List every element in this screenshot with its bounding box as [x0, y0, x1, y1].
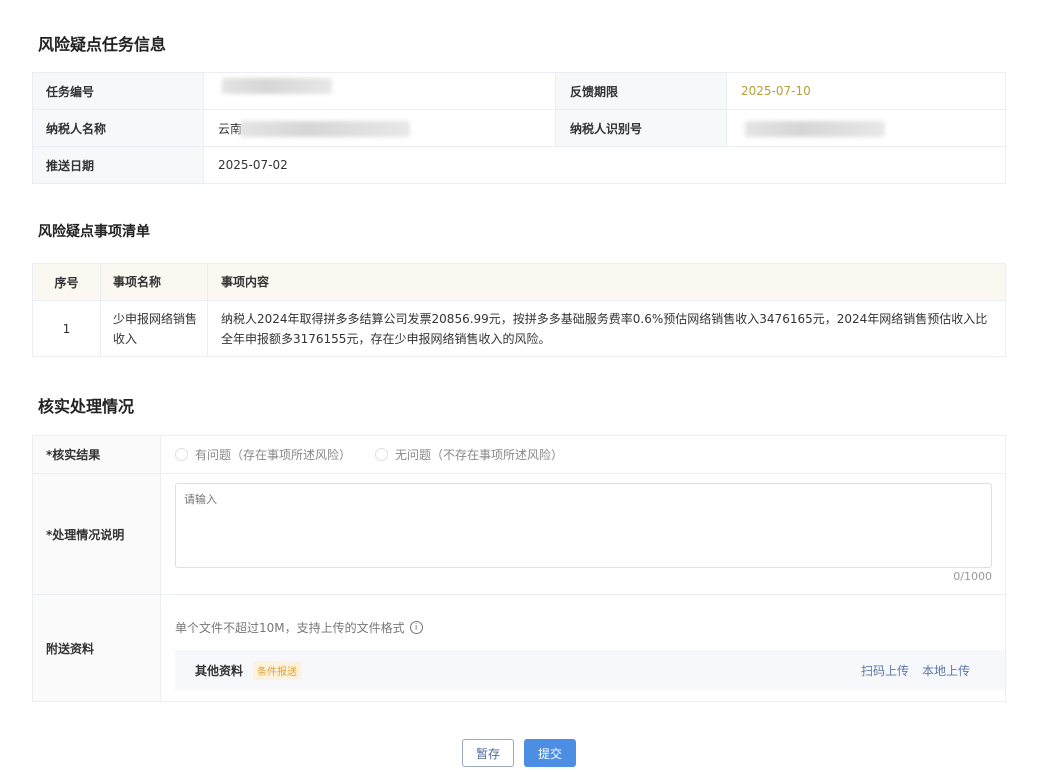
deadline-value: 2025-07-10: [741, 84, 811, 98]
attach-hint: 单个文件不超过10M，支持上传的文件格式 i: [175, 619, 423, 636]
result-radio-group: 有问题（存在事项所述风险） 无问题（不存在事项所述风险）: [161, 436, 1005, 473]
taxpayer-row: 纳税人名称 云南 纳税人识别号: [33, 110, 1005, 147]
submit-button[interactable]: 提交: [524, 739, 576, 767]
desc-textarea[interactable]: [175, 483, 992, 568]
upload-links: 扫码上传 本地上传: [861, 662, 970, 679]
attach-label: 附送资料: [33, 595, 161, 701]
file-item: 其他资料 条件报送 扫码上传 本地上传: [175, 650, 1005, 690]
task-info-row: 任务编号 反馈期限 2025-07-10: [33, 73, 1005, 110]
radio-circle-icon[interactable]: [175, 448, 188, 461]
col-index-header: 序号: [33, 264, 101, 300]
deadline-label: 反馈期限: [556, 73, 727, 109]
save-button[interactable]: 暂存: [462, 739, 514, 767]
taxpayer-id-label: 纳税人识别号: [556, 110, 727, 146]
local-upload-link[interactable]: 本地上传: [922, 662, 970, 679]
col-content-header: 事项内容: [221, 275, 270, 289]
table-row: 1 少申报网络销售收入 纳税人2024年取得拼多多结算公司发票20856.99元…: [33, 301, 1005, 356]
verify-form: *核实结果 有问题（存在事项所述风险） 无问题（不存在事项所述风险） *处理情况…: [32, 435, 1006, 702]
col-name-header: 事项名称: [101, 264, 208, 300]
file-name: 其他资料: [195, 663, 244, 678]
issues-table: 序号 事项名称 事项内容 1 少申报网络销售收入 纳税人2024年取得拼多多结算…: [32, 263, 1006, 357]
row-content: 纳税人2024年取得拼多多结算公司发票20856.99元，按拼多多基础服务费率0…: [221, 311, 988, 346]
attach-row: 附送资料 单个文件不超过10M，支持上传的文件格式 i 其他资料 条件报送 扫码…: [33, 595, 1005, 701]
radio-circle-icon[interactable]: [375, 448, 389, 461]
radio-no-issue[interactable]: 无问题（不存在事项所述风险）: [375, 446, 563, 463]
task-no-label: 任务编号: [33, 73, 204, 109]
radio-has-issue-label[interactable]: 有问题（存在事项所述风险）: [195, 446, 351, 463]
task-info-table: 任务编号 反馈期限 2025-07-10 纳税人名称 云南 纳税人识别号 推送日…: [32, 72, 1006, 184]
taxpayer-name-value: 云南: [204, 110, 556, 146]
redacted-task-no: [222, 78, 332, 94]
info-icon[interactable]: i: [409, 621, 423, 634]
verify-title: 核实处理情况: [38, 397, 135, 416]
task-info-title: 风险疑点任务信息: [38, 35, 167, 54]
redacted-taxpayer-id: [745, 121, 885, 137]
conditional-tag: 条件报送: [253, 660, 302, 680]
desc-counter: 0/1000: [953, 570, 992, 583]
scan-upload-link[interactable]: 扫码上传: [861, 662, 909, 679]
desc-row: *处理情况说明 0/1000: [33, 474, 1005, 595]
taxpayer-id-value: [727, 110, 1005, 146]
radio-no-issue-label[interactable]: 无问题（不存在事项所述风险）: [395, 446, 563, 463]
push-date-label: 推送日期: [33, 147, 204, 183]
result-row: *核实结果 有问题（存在事项所述风险） 无问题（不存在事项所述风险）: [33, 436, 1005, 474]
push-date-row: 推送日期 2025-07-02: [33, 147, 1005, 183]
desc-label: *处理情况说明: [33, 474, 161, 594]
task-no-value: [204, 73, 556, 109]
row-name: 少申报网络销售收入: [101, 301, 208, 356]
row-index: 1: [33, 301, 101, 356]
result-label: *核实结果: [33, 436, 161, 473]
push-date-value: 2025-07-02: [218, 158, 288, 172]
issues-title: 风险疑点事项清单: [38, 224, 150, 240]
radio-has-issue[interactable]: 有问题（存在事项所述风险）: [175, 446, 351, 463]
taxpayer-name-label: 纳税人名称: [33, 110, 204, 146]
redacted-taxpayer-name: [240, 121, 410, 137]
issues-table-header: 序号 事项名称 事项内容: [33, 264, 1005, 301]
